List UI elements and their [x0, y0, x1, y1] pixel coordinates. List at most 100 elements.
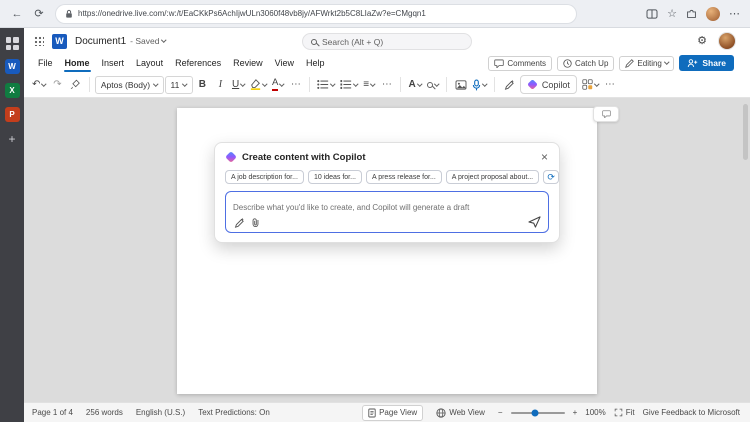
- zoom-percent[interactable]: 100%: [585, 408, 605, 417]
- undo-button[interactable]: ↶: [30, 75, 48, 94]
- word-app-header: W Document1 - Saved Search (Alt + Q) ⚙: [24, 28, 750, 54]
- copilot-prompt-box[interactable]: [225, 191, 549, 233]
- fit-label: Fit: [625, 408, 635, 417]
- chevron-down-icon: [153, 81, 159, 86]
- document-title[interactable]: Document1 - Saved: [75, 36, 167, 47]
- suggestion-chip-ideas[interactable]: 10 ideas for...: [307, 170, 362, 184]
- zoom-in-button[interactable]: +: [573, 408, 578, 417]
- numbered-list-button[interactable]: [338, 75, 360, 94]
- page-count[interactable]: Page 1 of 4: [32, 408, 73, 417]
- sidebar-app-powerpoint[interactable]: P: [4, 107, 20, 122]
- refresh-suggestions-button[interactable]: ⟳: [543, 170, 560, 184]
- suggestion-chip-job-description[interactable]: A job description for...: [225, 170, 304, 184]
- editing-mode-button[interactable]: Editing: [619, 55, 675, 71]
- font-color-button[interactable]: A: [269, 75, 286, 94]
- ribbon-separator: [446, 77, 448, 92]
- suggestion-chip-project-proposal[interactable]: A project proposal about...: [445, 170, 540, 184]
- browser-address-bar[interactable]: https://onedrive.live.com/:w:/t/EaCKkPs6…: [56, 4, 576, 23]
- copilot-suggestion-chips: A job description for... 10 ideas for...…: [225, 170, 560, 184]
- align-button[interactable]: ≡: [360, 75, 377, 94]
- ribbon-separator: [309, 77, 311, 92]
- app-launcher-waffle-icon[interactable]: [34, 36, 44, 46]
- designer-button[interactable]: [580, 75, 601, 94]
- text-predictions[interactable]: Text Predictions: On: [198, 408, 270, 417]
- settings-gear-icon[interactable]: ⚙: [697, 35, 707, 47]
- format-painter-button[interactable]: [67, 75, 84, 94]
- styles-button[interactable]: A: [406, 75, 423, 94]
- send-button[interactable]: [528, 216, 541, 228]
- find-button[interactable]: [424, 75, 441, 94]
- font-more-button[interactable]: ⋯: [287, 75, 304, 94]
- fit-button[interactable]: Fit: [614, 408, 635, 417]
- menu-help[interactable]: Help: [300, 56, 331, 71]
- menu-references[interactable]: References: [169, 56, 227, 71]
- feedback-link[interactable]: Give Feedback to Microsoft: [643, 408, 740, 417]
- chevron-down-icon: [182, 81, 188, 86]
- copilot-icon: [527, 80, 537, 89]
- bullet-list-button[interactable]: [315, 75, 337, 94]
- browser-back-button[interactable]: ←: [10, 8, 24, 20]
- font-name-value: Aptos (Body): [100, 79, 151, 90]
- browser-more-icon[interactable]: ⋯: [729, 7, 740, 20]
- word-logo[interactable]: W: [52, 33, 67, 49]
- language[interactable]: English (U.S.): [136, 408, 185, 417]
- highlight-button[interactable]: [248, 75, 269, 94]
- page-comment-button[interactable]: [593, 106, 619, 122]
- menu-layout[interactable]: Layout: [130, 56, 169, 71]
- vertical-scrollbar[interactable]: [743, 104, 748, 160]
- catch-up-label: Catch Up: [575, 58, 609, 68]
- share-button[interactable]: Share: [679, 55, 734, 71]
- browser-refresh-button[interactable]: ⟳: [32, 7, 46, 20]
- menu-view[interactable]: View: [269, 56, 300, 71]
- sidebar-add-button[interactable]: +: [8, 133, 15, 145]
- zoom-slider-thumb[interactable]: [531, 409, 539, 416]
- chevron-down-icon: [279, 81, 285, 86]
- underline-glyph: U: [231, 79, 240, 90]
- web-view-button[interactable]: Web View: [431, 406, 490, 420]
- suggestion-chip-press-release[interactable]: A press release for...: [365, 170, 442, 184]
- compose-pen-icon[interactable]: [233, 217, 244, 228]
- extensions-puzzle-icon[interactable]: [686, 8, 697, 19]
- numbered-list-icon: [340, 80, 352, 89]
- comments-button[interactable]: Comments: [488, 55, 553, 71]
- favorites-star-icon[interactable]: ☆: [667, 7, 677, 20]
- attach-paperclip-icon[interactable]: [251, 217, 260, 228]
- browser-profile-avatar[interactable]: [706, 6, 720, 21]
- underline-button[interactable]: U: [230, 75, 247, 94]
- prompt-toolbar: [233, 217, 260, 228]
- font-size-select[interactable]: 11: [164, 75, 193, 94]
- menu-file[interactable]: File: [32, 56, 59, 71]
- menu-review[interactable]: Review: [227, 56, 269, 71]
- word-count[interactable]: 256 words: [86, 408, 123, 417]
- font-name-select[interactable]: Aptos (Body): [94, 75, 164, 94]
- split-screen-icon[interactable]: [646, 8, 658, 19]
- sidebar-app-excel[interactable]: X: [4, 83, 20, 98]
- page-view-button[interactable]: Page View: [362, 404, 424, 421]
- browser-toolbar: ← ⟳ https://onedrive.live.com/:w:/t/EaCK…: [0, 0, 750, 28]
- sidebar-app-word[interactable]: W: [4, 59, 20, 74]
- account-avatar[interactable]: [718, 32, 736, 50]
- copilot-button[interactable]: Copilot: [519, 75, 577, 94]
- menu-home[interactable]: Home: [59, 56, 96, 72]
- catch-up-button[interactable]: Catch Up: [557, 55, 615, 71]
- close-icon[interactable]: ×: [540, 151, 549, 163]
- menu-insert[interactable]: Insert: [96, 56, 131, 71]
- web-view-label: Web View: [449, 408, 485, 417]
- dictate-button[interactable]: [470, 75, 489, 94]
- redo-button[interactable]: ↷: [49, 75, 66, 94]
- search-input[interactable]: Search (Alt + Q): [302, 33, 472, 50]
- insert-picture-button[interactable]: [452, 75, 469, 94]
- chevron-down-icon: [416, 81, 422, 86]
- bold-button[interactable]: B: [194, 75, 211, 94]
- highlighter-icon: [250, 79, 261, 90]
- zoom-slider[interactable]: [510, 409, 565, 416]
- italic-button[interactable]: I: [212, 75, 229, 94]
- zoom-out-button[interactable]: −: [498, 408, 503, 417]
- ribbon-more-button[interactable]: ⋯: [601, 75, 618, 94]
- paragraph-more-button[interactable]: ⋯: [378, 75, 395, 94]
- font-color-glyph: A: [271, 78, 279, 91]
- copilot-prompt-input[interactable]: [233, 203, 541, 212]
- page-view-label: Page View: [379, 408, 418, 417]
- sidebar-app-microsoft365[interactable]: [5, 37, 19, 50]
- editor-button[interactable]: [500, 75, 517, 94]
